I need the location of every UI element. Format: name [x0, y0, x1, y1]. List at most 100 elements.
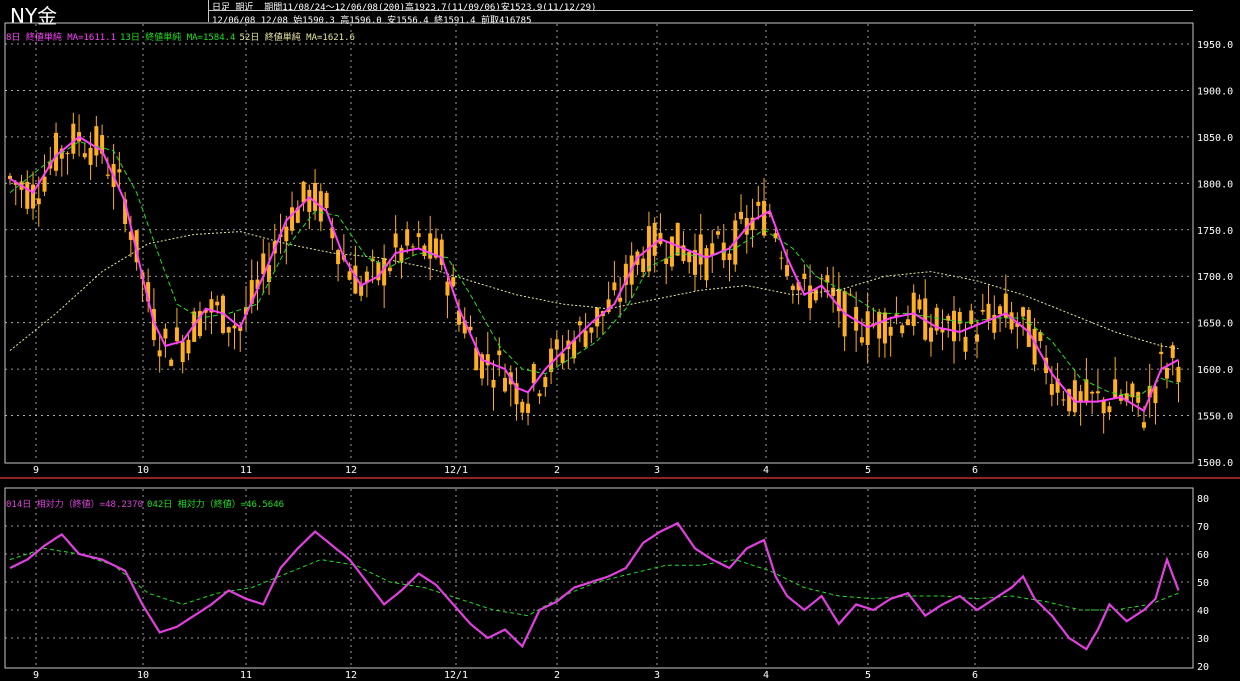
- candle-body: [687, 251, 692, 263]
- candle-body: [882, 312, 887, 344]
- candle-body: [1090, 391, 1095, 394]
- bottom-x-tick-label: 4: [763, 670, 769, 681]
- bottom-x-tick-label: 9: [33, 670, 39, 681]
- candle-body: [560, 353, 565, 364]
- candle-body: [186, 339, 191, 354]
- top-x-tick-label: 6: [972, 465, 978, 476]
- ma-52-line: [9, 231, 1179, 351]
- top-y-tick-label: 1550.0: [1197, 412, 1233, 423]
- candle-body: [675, 222, 680, 256]
- bottom-x-tick-label: 2: [554, 670, 560, 681]
- candle-body: [405, 229, 410, 246]
- candle-body: [531, 364, 536, 384]
- candle-body: [174, 327, 179, 342]
- candle-body: [716, 231, 720, 235]
- bottom-y-tick-label: 50: [1197, 578, 1209, 589]
- candle-body: [71, 123, 76, 154]
- candle-body: [900, 325, 905, 334]
- top-y-tick-label: 1900.0: [1197, 86, 1233, 97]
- bottom-y-tick-label: 80: [1197, 494, 1209, 505]
- bottom-x-tick-label: 11: [240, 670, 252, 681]
- top-y-tick-label: 1750.0: [1197, 226, 1233, 237]
- candle-body: [180, 341, 185, 363]
- candle-body: [117, 169, 122, 173]
- candle-body: [313, 182, 318, 211]
- candle-body: [387, 267, 392, 272]
- candle-body: [790, 285, 795, 290]
- candle-body: [618, 297, 623, 302]
- top-panel-frame: [4, 22, 1194, 464]
- candle-body: [583, 330, 588, 347]
- candle-body: [917, 299, 922, 310]
- candle-body: [612, 282, 617, 291]
- candle-body: [347, 271, 352, 280]
- candle-body: [88, 147, 93, 165]
- candle-body: [169, 359, 174, 366]
- candle-body: [1113, 379, 1118, 398]
- candle-body: [1141, 422, 1146, 428]
- candle-body: [537, 393, 542, 397]
- bottom-x-tick-label: 6: [972, 670, 978, 681]
- candle-body: [324, 192, 329, 209]
- candle-body: [232, 325, 237, 329]
- candle-body: [1021, 307, 1026, 317]
- candle-body: [652, 222, 657, 256]
- top-x-tick-label: 3: [654, 465, 660, 476]
- bottom-x-tick-label: 10: [137, 670, 149, 681]
- top-x-tick-label: 2: [554, 465, 560, 476]
- candle-body: [31, 184, 36, 209]
- candle-body: [710, 243, 715, 256]
- candle-body: [410, 246, 415, 248]
- candle-body: [928, 327, 933, 342]
- candle-body: [307, 189, 312, 212]
- candle-body: [215, 301, 220, 306]
- candle-body: [813, 289, 818, 301]
- candle-body: [877, 311, 882, 339]
- candle-body: [905, 319, 910, 326]
- candle-body: [503, 377, 508, 392]
- candle-body: [986, 303, 991, 321]
- bottom-y-tick-label: 60: [1197, 550, 1209, 561]
- candle-body: [1009, 312, 1014, 330]
- candle-body: [226, 327, 231, 333]
- candle-body: [963, 336, 968, 352]
- candle-body: [54, 132, 59, 171]
- candle-body: [1176, 366, 1181, 383]
- top-y-tick-label: 1800.0: [1197, 179, 1233, 190]
- top-y-tick-label: 1500.0: [1197, 458, 1233, 469]
- candle-body: [831, 287, 836, 296]
- top-y-tick-label: 1600.0: [1197, 365, 1233, 376]
- candle-body: [82, 153, 87, 158]
- top-y-tick-label: 1950.0: [1197, 40, 1233, 51]
- bottom-y-tick-label: 20: [1197, 662, 1209, 673]
- candle-body: [399, 247, 404, 263]
- bottom-y-tick-label: 40: [1197, 606, 1209, 617]
- candle-body: [25, 181, 30, 209]
- candle-body: [589, 327, 594, 333]
- candle-body: [445, 281, 450, 296]
- candle-body: [290, 207, 295, 231]
- candle-body: [698, 234, 703, 265]
- candle-body: [1061, 399, 1066, 401]
- candle-body: [554, 339, 559, 350]
- candle-body: [998, 306, 1003, 315]
- candle-body: [888, 326, 893, 336]
- candle-body: [911, 292, 916, 327]
- bottom-panel-frame: [4, 487, 1194, 669]
- candle-body: [727, 253, 732, 260]
- candle-body: [1130, 383, 1135, 398]
- candle-body: [301, 181, 306, 203]
- candle-body: [65, 153, 70, 155]
- candle-body: [94, 126, 99, 156]
- candle-body: [1072, 380, 1077, 413]
- bottom-x-tick-label: 5: [865, 670, 871, 681]
- candle-body: [952, 310, 956, 342]
- candle-body: [802, 273, 807, 279]
- candle-body: [739, 211, 744, 220]
- rsi-14-line: [9, 521, 1180, 651]
- price-chart-svg: 1950.0 1900.0 1850.0 1800.0 1750.0 1700.0 1650…: [0, 22, 1240, 681]
- candle-body: [416, 233, 421, 238]
- candle-body: [284, 226, 289, 242]
- candle-body: [36, 198, 41, 205]
- bottom-y-tick-label: 70: [1197, 522, 1209, 533]
